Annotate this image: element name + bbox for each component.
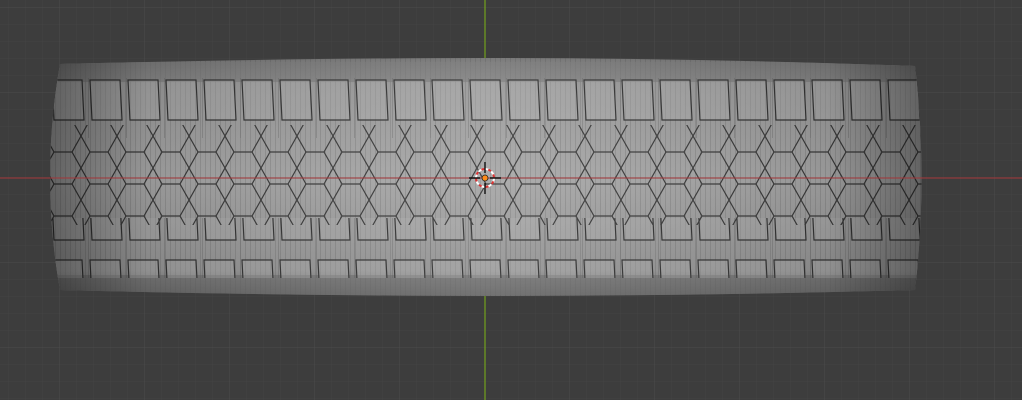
object-origin-icon xyxy=(481,174,489,182)
3d-viewport[interactable] xyxy=(0,0,1022,400)
